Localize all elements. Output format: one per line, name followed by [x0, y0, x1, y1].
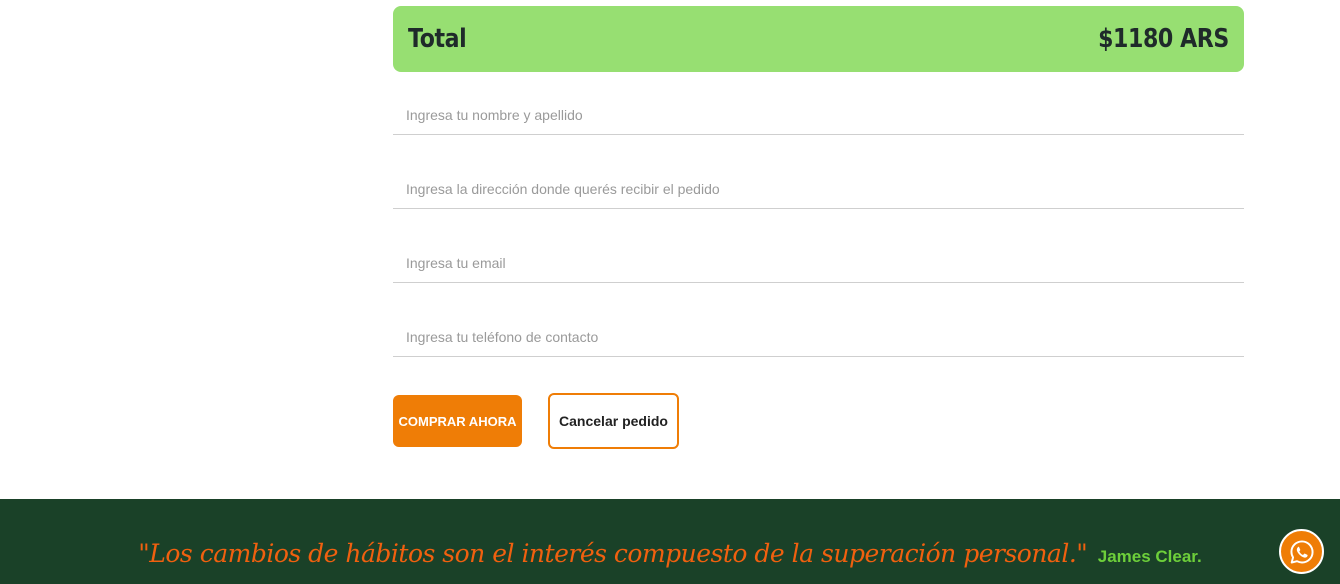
total-amount: $1180 ARS	[1098, 24, 1229, 54]
quote-line: "Los cambios de hábitos son el interés c…	[0, 539, 1340, 568]
phone-input[interactable]	[393, 317, 1244, 356]
whatsapp-icon	[1289, 539, 1314, 564]
email-input[interactable]	[393, 243, 1244, 282]
footer: "Los cambios de hábitos son el interés c…	[0, 499, 1340, 584]
total-label: Total	[408, 24, 467, 54]
whatsapp-button[interactable]	[1279, 529, 1324, 574]
email-field-wrapper	[393, 243, 1244, 283]
address-input[interactable]	[393, 169, 1244, 208]
phone-field-wrapper	[393, 317, 1244, 357]
cancel-order-button[interactable]: Cancelar pedido	[548, 393, 679, 449]
name-input[interactable]	[393, 95, 1244, 134]
buy-now-button[interactable]: COMPRAR AHORA	[393, 395, 522, 447]
address-field-wrapper	[393, 169, 1244, 209]
name-field-wrapper	[393, 95, 1244, 135]
footer-quote: "Los cambios de hábitos son el interés c…	[138, 539, 1088, 568]
order-total-bar: Total $1180 ARS	[393, 6, 1244, 72]
quote-author: James Clear.	[1097, 547, 1202, 566]
